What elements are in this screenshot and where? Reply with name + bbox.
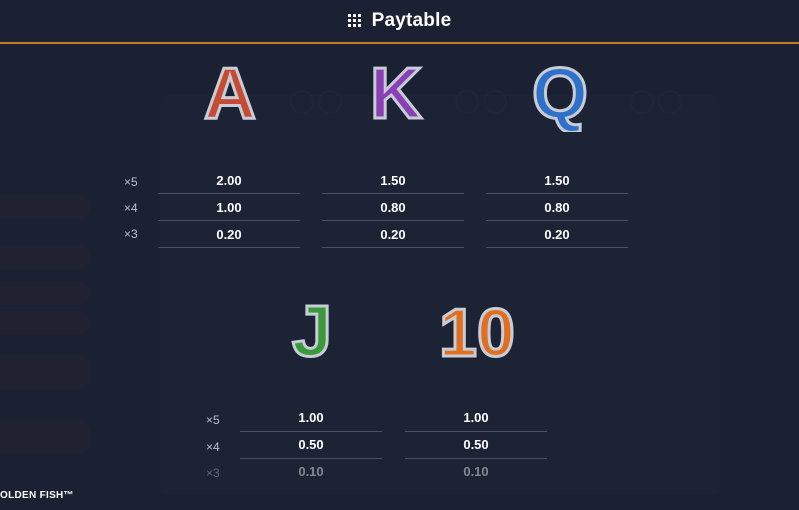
payout-value: 0.50 [298, 437, 324, 452]
multiplier-label: ×4 [206, 440, 220, 454]
payout-value: 0.80 [380, 200, 406, 215]
payout-value: 0.10 [463, 464, 489, 479]
row-divider [486, 193, 628, 194]
symbol-k: K [358, 52, 434, 136]
multiplier-label: ×4 [124, 201, 138, 215]
multiplier-label: ×3 [124, 227, 138, 241]
row-divider [486, 247, 628, 248]
payout-value: 1.00 [216, 200, 242, 215]
payout-value: 0.10 [298, 464, 324, 479]
payout-value: 0.20 [544, 227, 570, 242]
row-divider [158, 220, 300, 221]
svg-text:J: J [292, 292, 332, 370]
payout-value: 0.80 [544, 200, 570, 215]
payout-value: 1.50 [544, 173, 570, 188]
symbol-q: Q [522, 52, 598, 136]
payout-value: 1.00 [463, 410, 489, 425]
svg-text:10: 10 [439, 295, 515, 370]
row-divider [158, 247, 300, 248]
svg-text:K: K [370, 54, 422, 132]
row-divider [405, 458, 547, 459]
payout-value: 1.50 [380, 173, 406, 188]
multiplier-label: ×3 [206, 466, 220, 480]
paytable-content: A K Q ×5 ×4 ×3 2.00 1.00 0.20 1.50 0.80 … [0, 0, 799, 510]
payout-value: 0.50 [463, 437, 489, 452]
multiplier-label: ×5 [206, 413, 220, 427]
payout-value: 0.20 [216, 227, 242, 242]
symbol-j: J [274, 290, 350, 374]
symbol-a: A [192, 52, 268, 136]
game-name-label: OLDEN FISH™ [0, 490, 74, 501]
row-divider [322, 193, 464, 194]
row-divider [322, 220, 464, 221]
row-divider [240, 458, 382, 459]
row-divider [486, 220, 628, 221]
row-divider [322, 247, 464, 248]
symbol-10: 10 [432, 290, 522, 373]
grid-menu-icon[interactable] [347, 14, 364, 28]
payout-value: 1.00 [298, 410, 324, 425]
row-divider [158, 193, 300, 194]
payout-value: 2.00 [216, 173, 242, 188]
page-title: Paytable [371, 10, 452, 31]
row-divider [240, 431, 382, 432]
svg-text:Q: Q [532, 54, 588, 132]
payout-value: 0.20 [380, 227, 406, 242]
multiplier-label: ×5 [124, 175, 138, 189]
svg-text:A: A [204, 54, 256, 132]
row-divider [405, 431, 547, 432]
paytable-header: Paytable [0, 0, 799, 44]
